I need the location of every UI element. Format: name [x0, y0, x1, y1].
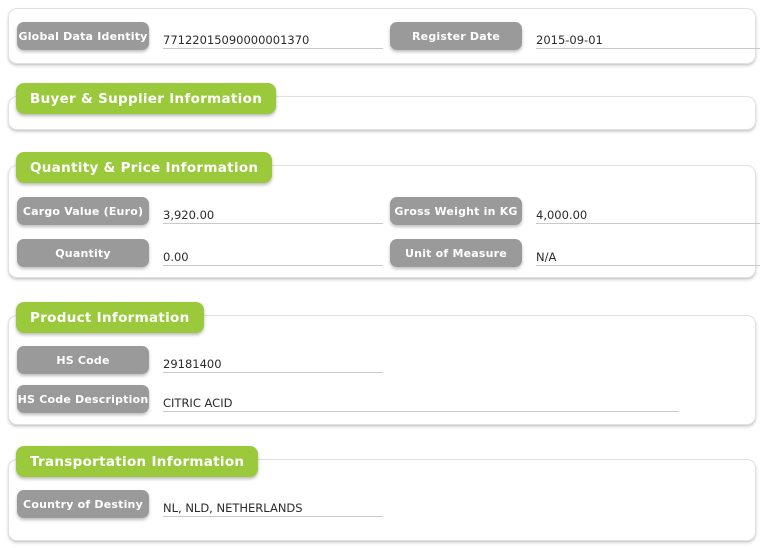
section-header-product[interactable]: Product Information [16, 302, 204, 333]
label-gross-weight: Gross Weight in KG [390, 197, 522, 225]
field-hs-code: HS Code 29181400 [17, 346, 383, 374]
label-unit-of-measure: Unit of Measure [390, 239, 522, 267]
label-text: Cargo Value (Euro) [22, 204, 144, 218]
record-detail-page: Global Data Identity 7712201509000000137… [0, 0, 772, 548]
field-hs-code-description: HS Code Description CITRIC ACID [17, 385, 679, 413]
field-global-data-identity: Global Data Identity 7712201509000000137… [17, 22, 383, 50]
section-header-label: Quantity & Price Information [30, 159, 259, 176]
value-text: CITRIC ACID [163, 395, 233, 410]
label-text: HS Code Description [17, 392, 149, 406]
value-text: 77122015090000001370 [163, 32, 310, 47]
label-country-of-destiny: Country of Destiny [17, 490, 149, 518]
value-text: 2015-09-01 [536, 32, 603, 47]
value-text: 4,000.00 [536, 207, 588, 222]
label-cargo-value: Cargo Value (Euro) [17, 197, 149, 225]
label-global-data-identity: Global Data Identity [17, 22, 149, 50]
section-header-quantity-price[interactable]: Quantity & Price Information [16, 152, 273, 183]
value-cargo-value[interactable]: 3,920.00 [163, 199, 383, 224]
label-text: Register Date [412, 29, 500, 43]
section-header-label: Transportation Information [30, 453, 245, 470]
value-unit-of-measure[interactable]: N/A [536, 241, 760, 266]
value-register-date[interactable]: 2015-09-01 [536, 24, 760, 49]
field-country-of-destiny: Country of Destiny NL, NLD, NETHERLANDS [17, 490, 383, 518]
label-hs-code: HS Code [17, 346, 149, 374]
label-text: Global Data Identity [18, 29, 148, 43]
section-header-label: Product Information [30, 309, 190, 326]
value-gross-weight[interactable]: 4,000.00 [536, 199, 760, 224]
field-gross-weight: Gross Weight in KG 4,000.00 [390, 197, 760, 225]
value-hs-code[interactable]: 29181400 [163, 348, 383, 373]
field-quantity: Quantity 0.00 [17, 239, 383, 267]
label-text: Gross Weight in KG [394, 204, 518, 218]
label-hs-code-description: HS Code Description [17, 385, 149, 413]
value-global-data-identity[interactable]: 77122015090000001370 [163, 24, 383, 49]
value-text: NL, NLD, NETHERLANDS [163, 500, 303, 515]
section-header-label: Buyer & Supplier Information [30, 90, 263, 107]
section-header-buyer-supplier[interactable]: Buyer & Supplier Information [16, 83, 277, 114]
field-cargo-value: Cargo Value (Euro) 3,920.00 [17, 197, 383, 225]
value-text: 3,920.00 [163, 207, 215, 222]
value-text: 0.00 [163, 249, 189, 264]
card-identity: Global Data Identity 7712201509000000137… [8, 8, 760, 64]
label-text: Unit of Measure [405, 246, 507, 260]
value-hs-code-description[interactable]: CITRIC ACID [163, 387, 679, 412]
field-unit-of-measure: Unit of Measure N/A [390, 239, 760, 267]
value-text: N/A [536, 249, 557, 264]
value-text: 29181400 [163, 356, 222, 371]
section-header-transportation[interactable]: Transportation Information [16, 446, 259, 477]
value-country-of-destiny[interactable]: NL, NLD, NETHERLANDS [163, 492, 383, 517]
label-text: Quantity [55, 246, 111, 260]
label-register-date: Register Date [390, 22, 522, 50]
label-text: HS Code [56, 353, 110, 367]
field-register-date: Register Date 2015-09-01 [390, 22, 760, 50]
value-quantity[interactable]: 0.00 [163, 241, 383, 266]
label-quantity: Quantity [17, 239, 149, 267]
label-text: Country of Destiny [23, 497, 143, 511]
